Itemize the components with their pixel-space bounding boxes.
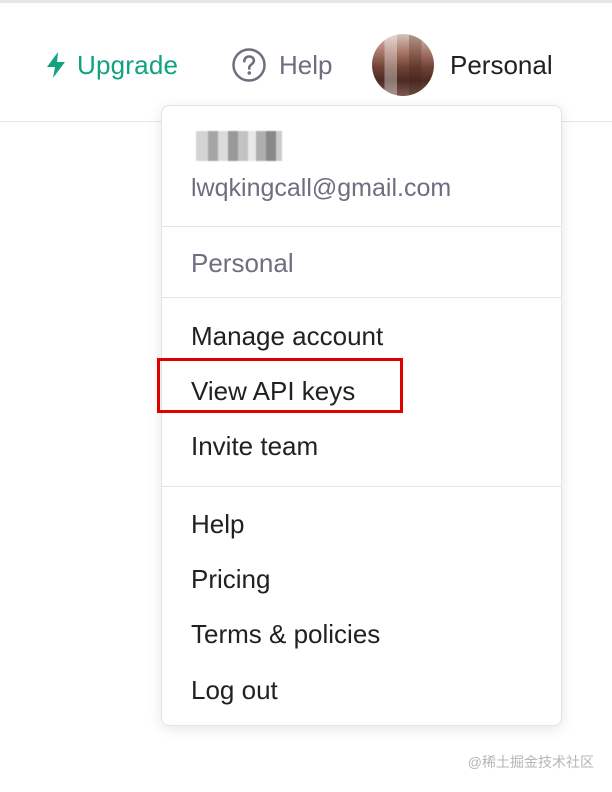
menu-item-terms-policies[interactable]: Terms & policies: [191, 619, 380, 650]
avatar: [372, 34, 434, 96]
menu-divider: [162, 297, 561, 298]
organization-label[interactable]: Personal: [191, 248, 294, 279]
lightning-icon: [47, 52, 65, 78]
menu-item-manage-account[interactable]: Manage account: [191, 321, 383, 352]
upgrade-label: Upgrade: [77, 49, 179, 80]
upgrade-link[interactable]: Upgrade: [44, 39, 178, 91]
help-circle-icon: [232, 48, 266, 82]
menu-divider: [162, 486, 561, 487]
highlight-annotation-box: [157, 358, 403, 413]
menu-divider: [162, 226, 561, 227]
watermark: @稀土掘金技术社区: [467, 754, 594, 770]
profile-menu-button[interactable]: Personal: [372, 34, 553, 96]
blurred-user-name: [196, 131, 282, 161]
help-label: Help: [279, 49, 333, 80]
menu-item-log-out[interactable]: Log out: [191, 675, 278, 706]
menu-item-help[interactable]: Help: [191, 509, 244, 540]
user-email: lwqkingcall@gmail.com: [191, 174, 452, 202]
menu-item-pricing[interactable]: Pricing: [191, 564, 270, 595]
account-dropdown-menu: lwqkingcall@gmail.com Personal Manage ac…: [161, 105, 562, 726]
profile-label: Personal: [450, 49, 553, 80]
menu-item-invite-team[interactable]: Invite team: [191, 431, 318, 462]
help-link[interactable]: Help: [231, 39, 332, 91]
